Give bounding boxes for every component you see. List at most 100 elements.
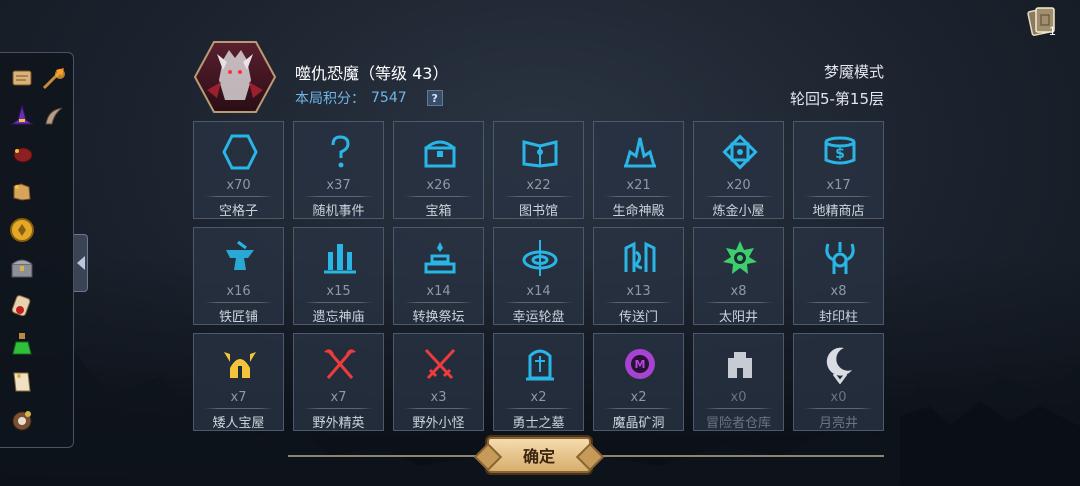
dwarf-helmet-icon [224,352,256,378]
boss-name: 噬仇恐魔（等级 43） [295,64,449,83]
meat-icon[interactable] [7,139,37,169]
tile-divider [704,408,773,409]
confirm-button[interactable]: 确定 [487,437,591,473]
moon-icon [826,347,852,384]
tile-name: 炼金小屋 [712,204,765,219]
tile-count: x7 [330,390,347,405]
tile-card[interactable]: x0 冒险者仓库 [693,333,784,431]
tile-card[interactable]: x22 图书馆 [493,121,584,219]
boss-portrait [193,41,277,113]
tile-card[interactable]: $ x17 地精商店 [793,121,884,219]
confirm-bar: 确定 [288,433,884,477]
tile-name: 勇士之墓 [512,416,565,431]
tile-divider [304,302,373,303]
tile-card[interactable]: x16 铁匠铺 [193,227,284,325]
tile-divider [504,408,573,409]
seal-icon [825,242,855,274]
tile-count: x37 [326,178,351,193]
tile-count: x17 [826,178,851,193]
tile-divider [604,408,673,409]
tile-card[interactable]: x2 勇士之墓 [493,333,584,431]
tile-card[interactable]: x13 传送门 [593,227,684,325]
tile-count: x0 [730,390,747,405]
gold-coin-icon[interactable] [7,215,37,245]
tile-card[interactable]: x14 转换祭坛 [393,227,484,325]
tile-divider [804,196,873,197]
wheel-icon [522,240,558,276]
tile-name: 图书馆 [518,204,558,219]
tile-count: x8 [830,284,847,299]
svg-text:M: M [635,358,646,371]
tile-card[interactable]: x8 太阳井 [693,227,784,325]
tile-name: 魔晶矿洞 [612,416,665,431]
tile-name: 地精商店 [812,204,865,219]
fire-arrow-icon[interactable] [39,63,69,93]
sealed-scroll-icon[interactable] [7,291,37,321]
portal-icon [624,241,656,272]
tile-name: 空格子 [218,204,258,219]
crystal-mine-icon: M [625,349,655,379]
confirm-label: 确定 [522,447,555,466]
tile-count: x0 [830,390,847,405]
potion-icon[interactable] [7,329,37,359]
tile-card[interactable]: x8 封印柱 [793,227,884,325]
divider-left [288,455,478,457]
tile-name: 随机事件 [312,204,365,219]
tile-divider [704,302,773,303]
paper-icon[interactable] [7,367,37,397]
tile-card[interactable]: x0 月亮井 [793,333,884,431]
tile-card[interactable]: x26 宝箱 [393,121,484,219]
tile-divider [504,196,573,197]
help-button[interactable]: ? [426,90,443,106]
tile-count: x14 [526,284,551,299]
scroll-icon[interactable] [7,63,37,93]
question-icon [331,135,350,168]
score-value: 7547 [371,90,407,106]
tile-card[interactable]: Mx2 魔晶矿洞 [593,333,684,431]
tile-card[interactable]: x37 随机事件 [293,121,384,219]
crossed-swords-icon [424,348,456,380]
tile-card[interactable]: x3 野外小怪 [393,333,484,431]
tile-count: x2 [630,390,647,405]
tile-divider [404,302,473,303]
tile-card[interactable]: x20 炼金小屋 [693,121,784,219]
tile-divider [204,196,273,197]
chevron-left-icon [76,256,85,270]
tile-name: 幸运轮盘 [512,310,565,325]
tile-stats-grid: x70 空格子 x37 随机事件 x26 宝箱 x22 图书馆 x21 生命神殿 x20 炼金小屋 $ x… [193,121,884,431]
tile-card[interactable]: x14 幸运轮盘 [493,227,584,325]
tile-divider [604,196,673,197]
crossed-axes-icon [324,349,356,379]
warehouse-icon [728,352,752,378]
anvil-icon [226,240,254,270]
tile-name: 野外精英 [312,416,365,431]
divider-right [602,455,884,457]
tile-card[interactable]: x21 生命神殿 [593,121,684,219]
tile-name: 封印柱 [818,310,858,325]
alchemy-icon [722,134,758,170]
tile-name: 太阳井 [718,310,758,325]
tile-name: 矮人宝屋 [212,416,265,431]
pot-icon[interactable] [7,405,37,435]
tile-divider [804,302,873,303]
chest-icon [424,140,456,168]
map-icon[interactable] [7,177,37,207]
tile-name: 铁匠铺 [218,310,258,325]
witch-hat-icon[interactable] [7,101,37,131]
tile-count: x14 [426,284,451,299]
tile-card[interactable]: x7 野外精英 [293,333,384,431]
tile-divider [304,408,373,409]
cards-count: 1 [1049,24,1056,38]
shop-icon: $ [824,136,856,165]
sidebar-collapse-button[interactable] [74,234,88,292]
tile-card[interactable]: x15 遗忘神庙 [293,227,384,325]
altar-icon [424,242,456,274]
tile-divider [204,302,273,303]
chest-icon[interactable] [7,253,37,283]
tile-card[interactable]: x7 矮人宝屋 [193,333,284,431]
tile-count: x7 [230,390,247,405]
tile-count: x22 [526,178,551,193]
tile-name: 遗忘神庙 [312,310,365,325]
tile-card[interactable]: x70 空格子 [193,121,284,219]
horn-icon[interactable] [39,101,69,131]
